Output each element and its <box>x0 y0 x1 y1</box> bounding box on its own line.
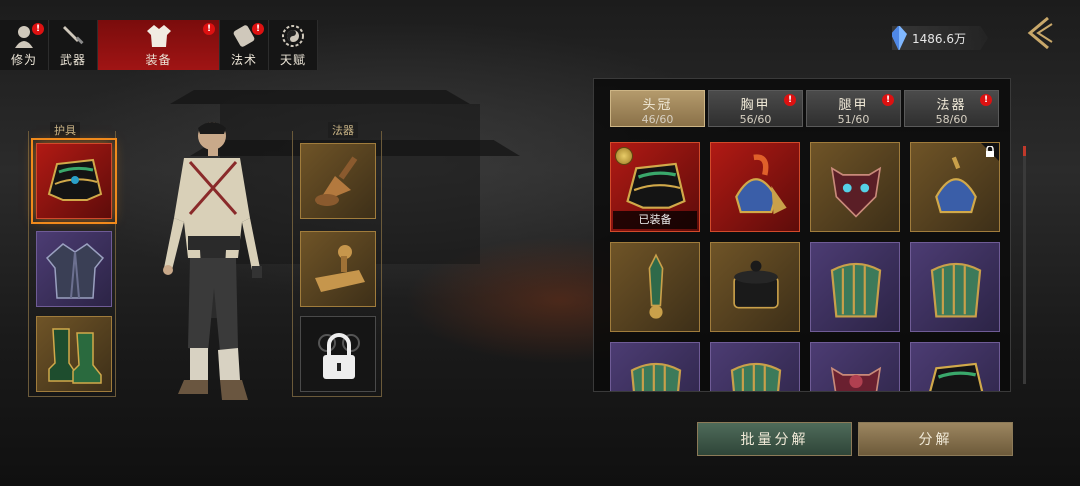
inventory-item[interactable] <box>810 242 900 332</box>
crystal-icon <box>892 26 907 50</box>
artifact-section-title: 法器 <box>328 122 358 138</box>
artifact-slot-1[interactable] <box>300 143 376 219</box>
batch-dismantle-button[interactable]: 批量分解 <box>697 422 852 456</box>
jade-bracer-icon <box>730 362 782 391</box>
inventory-item[interactable] <box>710 242 800 332</box>
inventory-tab-legs[interactable]: ! 腿甲 51/60 <box>806 90 901 127</box>
black-hat-icon <box>733 260 779 309</box>
equipped-label: 已装备 <box>613 211 697 229</box>
inventory-item-locked[interactable] <box>910 142 1000 232</box>
inventory-scroll-thumb[interactable] <box>1023 146 1026 156</box>
inventory-item[interactable] <box>910 242 1000 332</box>
inventory-item[interactable] <box>810 342 900 391</box>
boots-icon <box>48 328 102 384</box>
inventory-item[interactable] <box>810 142 900 232</box>
inventory-item[interactable] <box>710 142 800 232</box>
character-model <box>163 122 262 400</box>
main-tab-bar: ! 修为 武器 ! 装备 ! 法术 天赋 <box>0 20 318 70</box>
inventory-tab-count: 56/60 <box>739 113 772 126</box>
alert-badge: ! <box>980 94 992 106</box>
inventory-item[interactable] <box>610 242 700 332</box>
inventory-tab-count: 46/60 <box>641 113 674 126</box>
jade-bracer-icon <box>830 262 882 318</box>
inventory-scrollbar[interactable] <box>1023 146 1026 384</box>
inventory-tab-title: 头冠 <box>642 98 673 113</box>
tab-label: 装备 <box>145 53 172 67</box>
inventory-panel: 头冠 46/60 ! 胸甲 56/60 ! 腿甲 51/60 ! 法器 58/6… <box>593 78 1011 392</box>
feathered-helmet-icon <box>735 154 787 215</box>
alert-badge: ! <box>252 23 264 35</box>
demon-mask-icon <box>830 166 882 218</box>
sword-icon <box>60 24 86 48</box>
yin-yang-coin-icon <box>615 147 633 165</box>
crown-helmet-icon <box>47 158 103 201</box>
tab-spells[interactable]: ! 法术 <box>220 20 269 70</box>
tab-cultivation[interactable]: ! 修为 <box>0 20 49 70</box>
currency-amount: 1486.6万 <box>912 31 966 46</box>
feathered-helmet-icon <box>935 156 977 214</box>
currency-display: 1486.6万 <box>892 26 988 50</box>
alert-badge: ! <box>203 23 215 35</box>
equipped-boots-slot[interactable] <box>36 316 112 392</box>
lock-icon <box>318 333 360 379</box>
tab-label: 法术 <box>230 53 257 67</box>
demon-mask-icon <box>830 366 882 391</box>
inventory-tab-artifact[interactable]: ! 法器 58/60 <box>904 90 999 127</box>
armor-robe-icon <box>45 243 105 299</box>
artifact-slot-locked[interactable] <box>300 316 376 392</box>
bell-artifact-icon <box>315 156 358 206</box>
seal-stamp-icon <box>315 245 365 292</box>
tab-talent[interactable]: 天赋 <box>269 20 318 70</box>
equipped-chest-slot[interactable] <box>36 231 112 307</box>
inventory-tab-chest[interactable]: ! 胸甲 56/60 <box>708 90 803 127</box>
tab-label: 修为 <box>10 53 37 67</box>
armor-section-title: 护具 <box>50 122 80 138</box>
tab-equipment[interactable]: ! 装备 <box>98 20 220 70</box>
tab-weapon[interactable]: 武器 <box>49 20 98 70</box>
alert-badge: ! <box>32 23 44 35</box>
yin-yang-icon <box>280 24 306 48</box>
inventory-tab-count: 51/60 <box>837 113 870 126</box>
tab-label: 武器 <box>59 53 86 67</box>
jade-bracer-icon <box>930 262 982 318</box>
equipped-helmet-slot[interactable] <box>31 138 117 224</box>
alert-badge: ! <box>784 94 796 106</box>
artifact-slot-2[interactable] <box>300 231 376 307</box>
inventory-tab-headwear[interactable]: 头冠 46/60 <box>610 90 705 127</box>
inventory-item-equipped[interactable]: 已装备 <box>610 142 700 232</box>
alert-badge: ! <box>882 94 894 106</box>
inventory-tab-count: 58/60 <box>935 113 968 126</box>
robe-icon <box>146 24 172 48</box>
inventory-item[interactable] <box>610 342 700 391</box>
crown-helmet-icon <box>929 362 984 391</box>
inventory-item[interactable] <box>710 342 800 391</box>
inventory-item[interactable] <box>910 342 1000 391</box>
dismantle-button[interactable]: 分解 <box>858 422 1013 456</box>
back-arrow-icon[interactable] <box>1022 14 1060 52</box>
jade-blade-icon <box>648 253 664 319</box>
tab-label: 天赋 <box>279 53 306 67</box>
jade-bracer-icon <box>630 362 682 391</box>
background-pagoda-roof <box>170 90 470 104</box>
